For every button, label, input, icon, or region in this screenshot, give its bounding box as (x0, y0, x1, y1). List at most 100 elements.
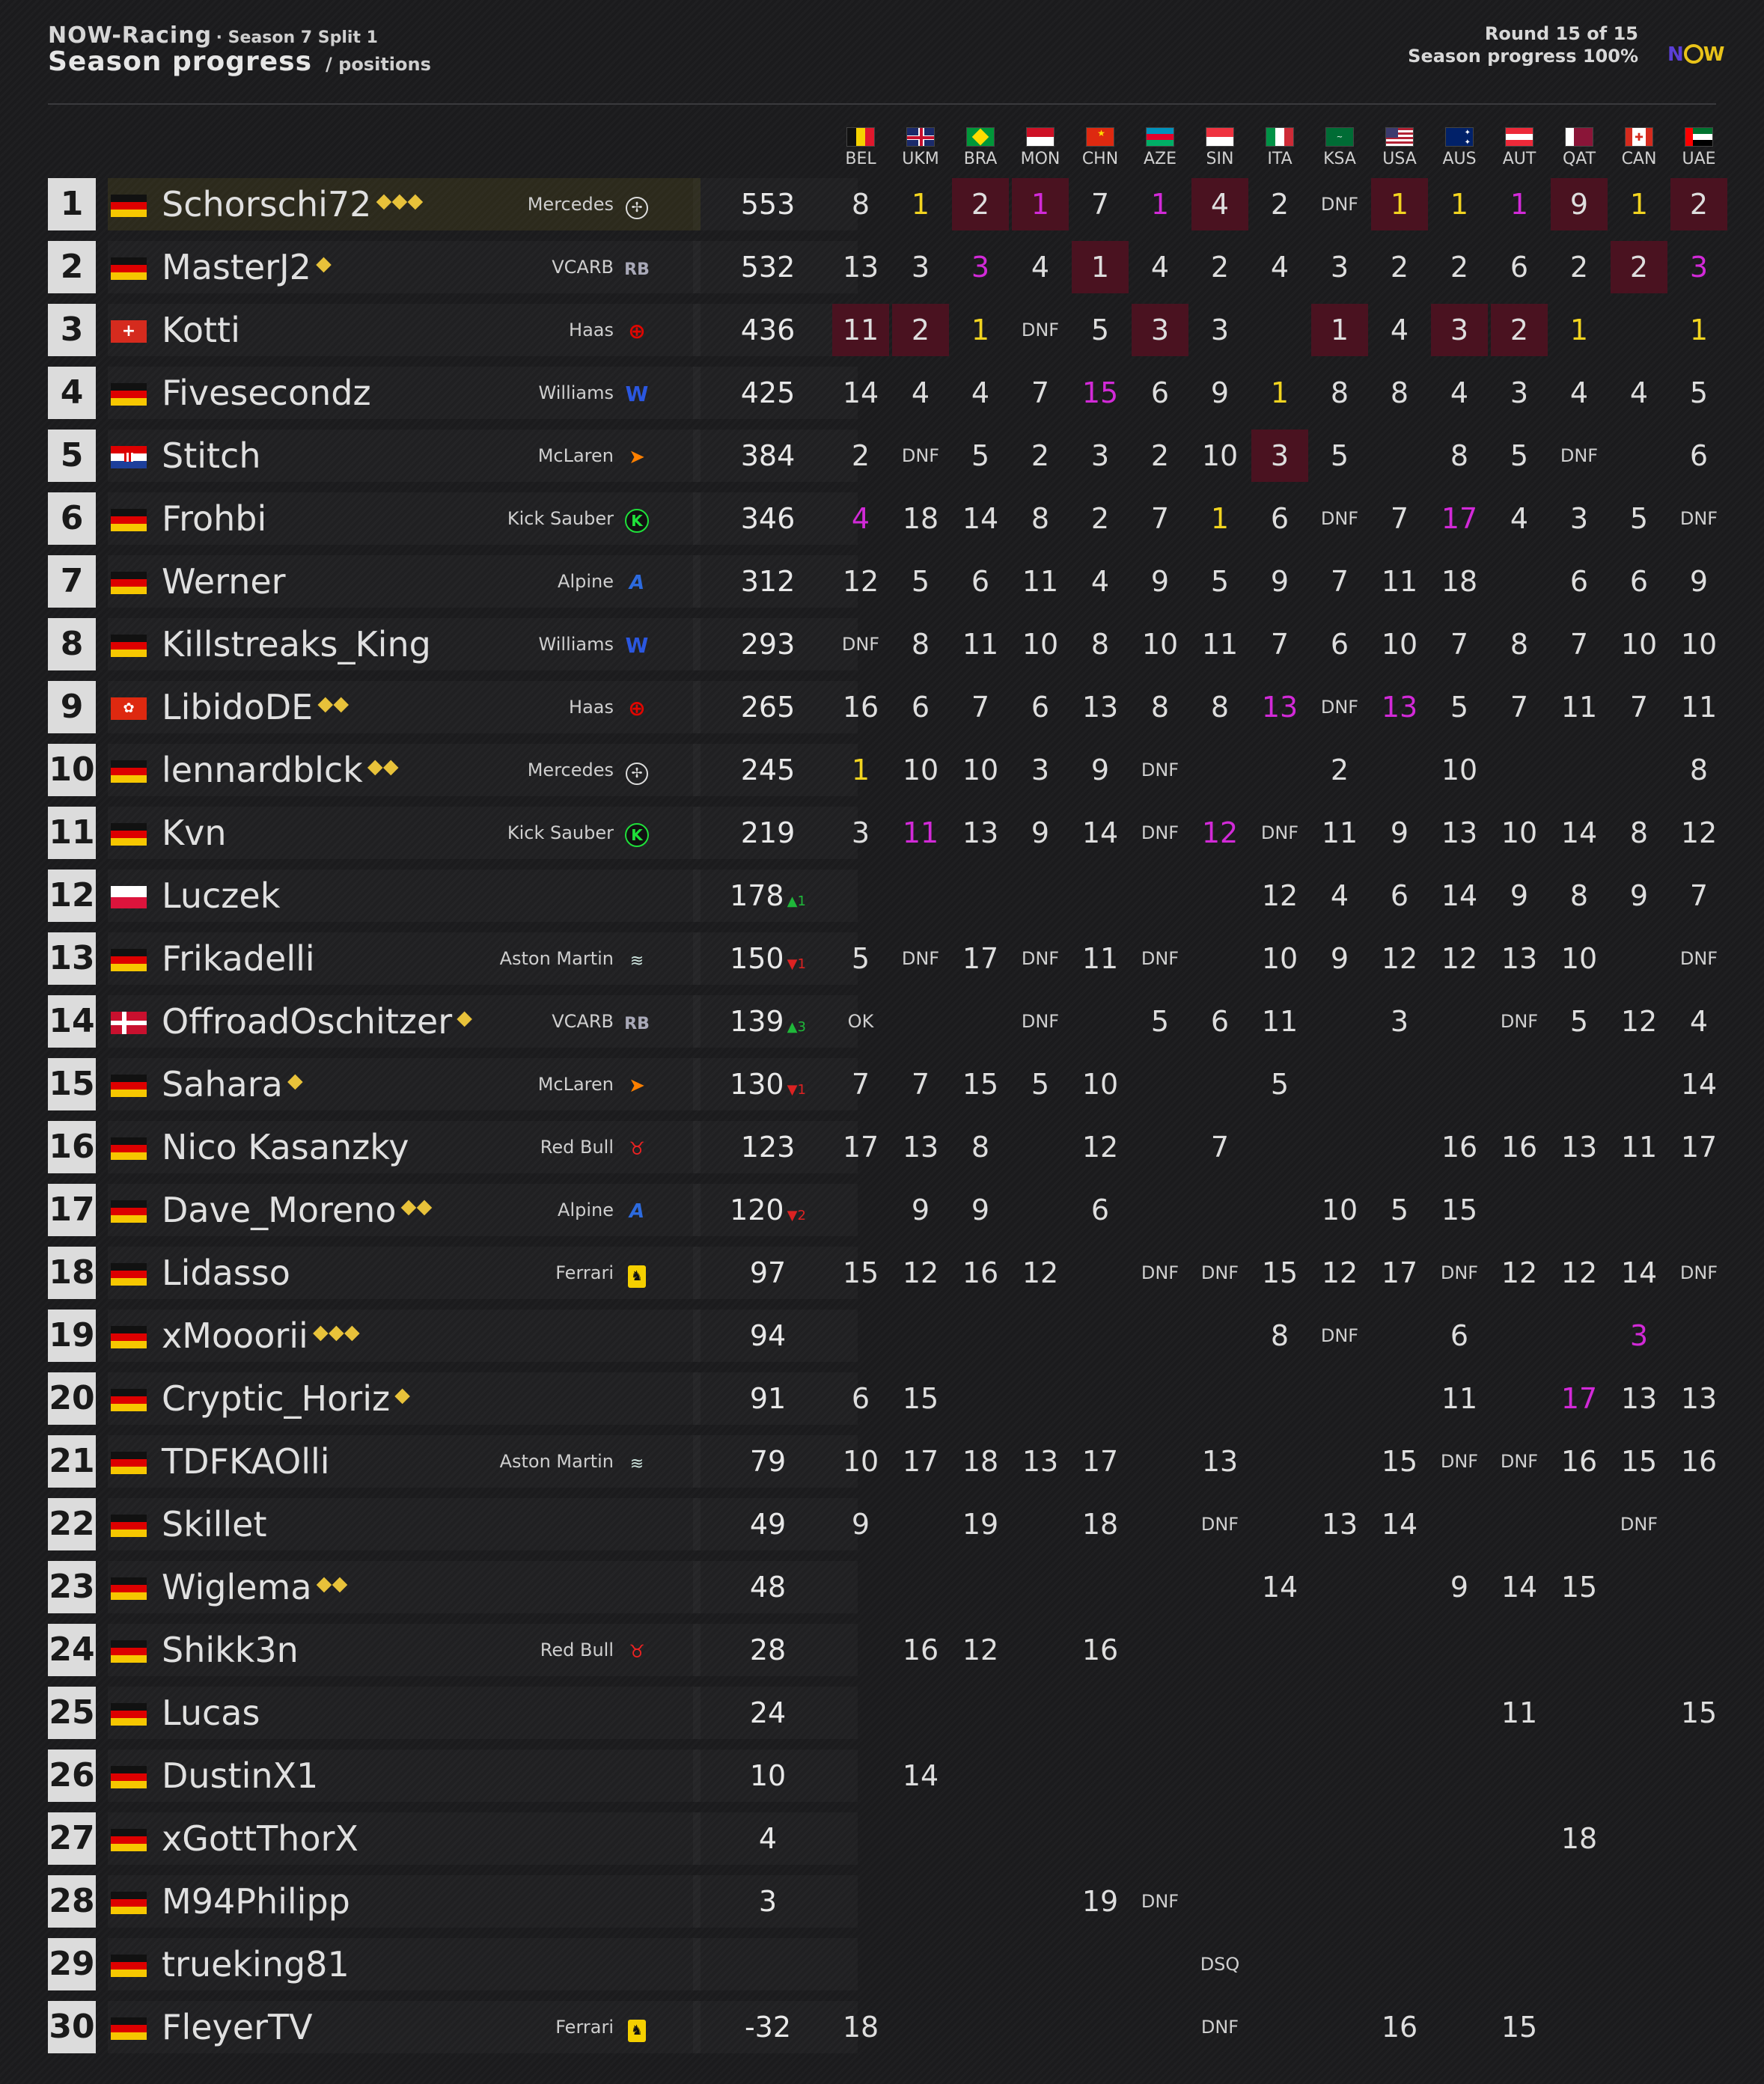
result-bel: 8 (851, 188, 870, 221)
driver-name[interactable]: DustinX1 (162, 1750, 318, 1802)
total-points: 49 (749, 1508, 787, 1541)
standings-row[interactable]: 25 Lucas 24 11 15 (48, 1687, 1729, 1739)
total-points: 265 (740, 691, 796, 724)
race-code: USA (1382, 150, 1417, 168)
position-badge: 11 (48, 807, 96, 859)
standings-row[interactable]: 12 Luczek 178 ▲1 12 4 6 14 9 8 9 7 (48, 870, 1729, 922)
standings-row[interactable]: 4 Fivesecondz Williams W 425 14 4 4 7 15 6 9 1 8 8 4 3 4 4… (48, 367, 1729, 419)
result-aze: 9 (1150, 565, 1170, 598)
driver-name[interactable]: Lucas (162, 1687, 260, 1739)
total-points: -32 (744, 2011, 792, 2044)
standings-row[interactable]: 2 MasterJ2 ⬥ VCARB RB 532 13 3 3 4 1 4 2 4 3 2 2 6 2 2 3 (48, 241, 1729, 293)
nation-flag-icon (111, 1955, 147, 1977)
standings-row[interactable]: 11 Kvn Kick Sauber K 219 3 11 13 9 14 DNF 12 DNF 11 9 1… (48, 807, 1729, 859)
result-ksa: 9 (1330, 942, 1349, 975)
result-ksa: 5 (1330, 439, 1349, 472)
result-aze (1132, 1938, 1188, 1990)
result-bra (952, 1938, 1009, 1990)
result-ita: 10 (1261, 942, 1298, 975)
standings-row[interactable]: 22 Skillet 49 9 19 18 DNF 13 14 DNF (48, 1498, 1729, 1550)
result-qat (1551, 1750, 1608, 1802)
standings-row[interactable]: 24 Shikk3n Red Bull ♉ 28 16 12 16 (48, 1624, 1729, 1676)
position-badge: 27 (48, 1812, 96, 1865)
result-can (1611, 1938, 1667, 1990)
driver-name[interactable]: xMooorii ⬥⬥⬥ (162, 1310, 360, 1362)
standings-row[interactable]: 19 xMooorii ⬥⬥⬥ 94 8 DNF 6 3 (48, 1310, 1729, 1362)
team-name: Mercedes (527, 760, 614, 780)
standings-row[interactable]: 15 Sahara ⬥ McLaren ➤ 130 ▼1 7 7 15 5 10 5 14 (48, 1058, 1729, 1110)
haas-icon: ⊕ (628, 696, 646, 721)
result-can (1611, 1058, 1667, 1110)
result-bra: 13 (962, 816, 999, 849)
result-aze: 4 (1150, 251, 1170, 284)
driver-name[interactable]: Luczek (162, 870, 280, 922)
result-mon: 13 (1022, 1445, 1059, 1478)
result-mon (1012, 1624, 1069, 1676)
result-ita: 4 (1270, 251, 1290, 284)
standings-row[interactable]: 10 lennardblck ⬥⬥ Mercedes ✢ 245 1 10 10 3 9 DNF 2 10… (48, 744, 1729, 796)
result-mon (1012, 2001, 1069, 2053)
driver-name[interactable]: Cryptic_Horiz ⬥ (162, 1372, 410, 1425)
result-mon (1012, 1498, 1069, 1550)
result-ita (1251, 2001, 1308, 2053)
result-sin: 3 (1210, 314, 1230, 346)
standings-row[interactable]: 17 Dave_Moreno ⬥⬥ Alpine A 120 ▼2 9 9 6 10 5 15 (48, 1184, 1729, 1236)
race-code: AZE (1143, 150, 1177, 168)
standings-row[interactable]: 16 Nico Kasanzky Red Bull ♉ 123 17 13 8 12 7 16 16 1… (48, 1121, 1729, 1173)
total-points: 532 (740, 251, 796, 284)
result-aze: 3 (1132, 304, 1188, 356)
standings-row[interactable]: 6 Frohbi Kick Sauber K 346 4 18 14 8 2 7 1 6 DNF 7 17 4 3… (48, 492, 1729, 545)
driver-name[interactable]: M94Philipp (162, 1875, 350, 1928)
standings-row[interactable]: 18 Lidasso Ferrari ♞ 97 15 12 16 12 DNF DNF 15 12 17 D… (48, 1247, 1729, 1299)
result-ukm: DNF (901, 445, 940, 466)
total-points (693, 1938, 843, 1990)
result-chn (1072, 995, 1129, 1048)
result-aze: 2 (1150, 439, 1170, 472)
standings-row[interactable]: 1 Schorschi72 ⬥⬥⬥ Mercedes ✢ 553 8 1 2 1 7 1 4 2 DNF 1 1… (48, 178, 1729, 230)
standings-row[interactable]: 9 ✿ LibidoDE ⬥⬥ Haas ⊕ 265 16 6 7 6 13 8 8 13 DNF 13 5 7 11… (48, 681, 1729, 733)
standings-row[interactable]: 23 Wiglema ⬥⬥ 48 14 9 14 15 (48, 1561, 1729, 1613)
result-usa (1371, 1875, 1428, 1928)
driver-name[interactable]: Skillet (162, 1498, 267, 1550)
trophy-icon: ⬥ (394, 1382, 411, 1408)
result-ksa (1311, 1435, 1368, 1488)
standings-row[interactable]: 20 Cryptic_Horiz ⬥ 91 6 15 11 17 13 13 (48, 1372, 1729, 1425)
result-can (1611, 1875, 1667, 1928)
driver-name[interactable]: Wiglema ⬥⬥ (162, 1561, 348, 1613)
position-badge: 17 (48, 1184, 96, 1236)
driver-name[interactable]: trueking81 (162, 1938, 350, 1990)
position-badge: 2 (48, 241, 96, 293)
result-uae: 10 (1680, 628, 1718, 661)
result-usa: 12 (1381, 942, 1418, 975)
standings-row[interactable]: 14 OffroadOschitzer ⬥ VCARB RB 139 ▲3 OK DNF 5 6 11… (48, 995, 1729, 1048)
standings-row[interactable]: 28 M94Philipp 3 19 DNF (48, 1875, 1729, 1928)
standings-row[interactable]: 7 Werner Alpine A 312 12 5 6 11 4 9 5 9 7 11 18 6 6 9 (48, 555, 1729, 608)
result-bel: 10 (842, 1445, 879, 1478)
standings-row[interactable]: 27 xGottThorX 4 18 (48, 1812, 1729, 1865)
standings-row[interactable]: 3 + Kotti Haas ⊕ 436 11 2 1 DNF 5 3 3 1 4 3 2 1 1 (48, 304, 1729, 356)
result-usa: 15 (1381, 1445, 1418, 1478)
standings-row[interactable]: 29 trueking81 DSQ (48, 1938, 1729, 1990)
result-ukm: 2 (892, 304, 949, 356)
result-ukm: 15 (902, 1382, 939, 1415)
result-can: DNF (1620, 1514, 1658, 1535)
result-usa: 17 (1381, 1256, 1418, 1289)
standings-row[interactable]: 5 Stitch McLaren ➤ 384 2 DNF 5 2 3 2 10 3 5 8 5 DNF 6 (48, 430, 1729, 482)
result-aut: 1 (1510, 188, 1529, 221)
standings-row[interactable]: 26 DustinX1 10 14 (48, 1750, 1729, 1802)
team-name: Aston Martin (499, 948, 614, 969)
driver-name[interactable]: xGottThorX (162, 1812, 358, 1865)
result-aus: 3 (1431, 304, 1488, 356)
standings-row[interactable]: 30 FleyerTV Ferrari ♞ -32 18 DNF 16 15 (48, 2001, 1729, 2053)
standings-row[interactable]: 13 Frikadelli Aston Martin ≋ 150 ▼1 5 DNF 17 DNF 1… (48, 932, 1729, 985)
standings-row[interactable]: 8 Killstreaks_King Williams W 293 DNF 8 11 10 8 10… (48, 618, 1729, 670)
total-points: 219 (740, 816, 796, 849)
result-bel (832, 1184, 889, 1236)
result-mon (1012, 1750, 1069, 1802)
standings-row[interactable]: 21 TDFKAOlli Aston Martin ≋ 79 10 17 18 13 17 13 15… (48, 1435, 1729, 1488)
result-uae (1670, 2001, 1727, 2053)
total-points: 120 ▼2 (730, 1194, 806, 1226)
result-sin: 2 (1210, 251, 1230, 284)
result-usa (1371, 1687, 1428, 1739)
result-aut (1491, 1875, 1548, 1928)
